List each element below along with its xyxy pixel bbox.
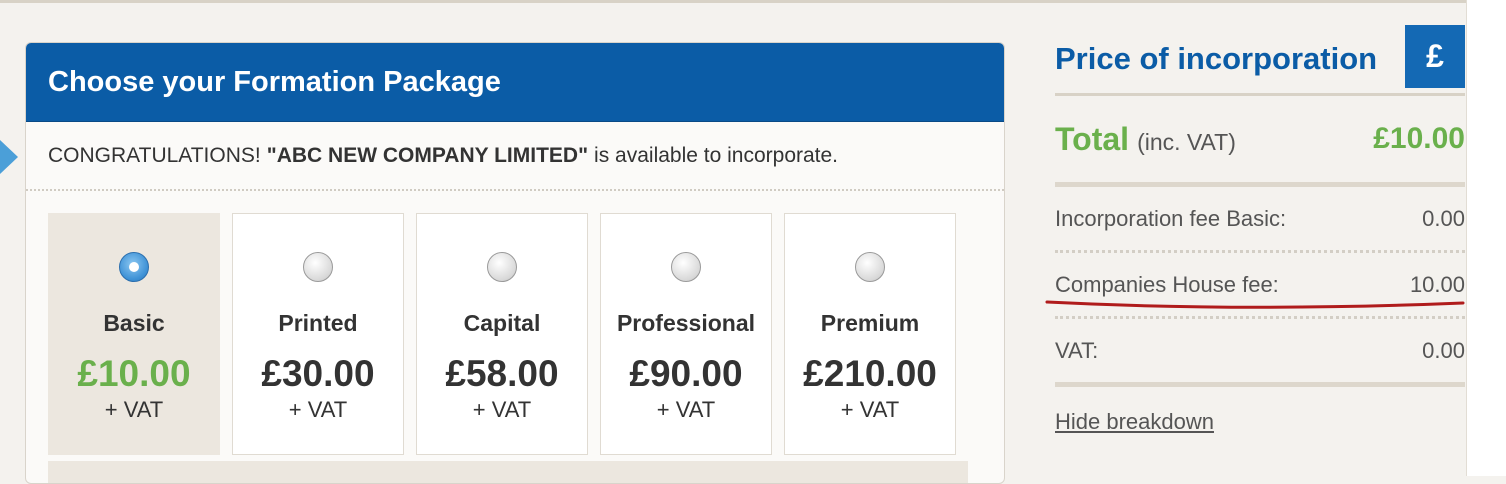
formation-package-panel: Choose your Formation Package CONGRATULA… — [25, 42, 1005, 484]
package-footer-strip — [48, 461, 968, 483]
sidebar-title: Price of incorporation — [1055, 41, 1378, 76]
company-name: "ABC NEW COMPANY LIMITED" — [266, 143, 589, 167]
total-label: Total — [1055, 120, 1130, 157]
package-price: £90.00 — [629, 353, 743, 394]
package-option-basic[interactable]: Basic £10.00 + VAT — [48, 213, 220, 455]
panel-title: Choose your Formation Package — [48, 65, 501, 98]
total-value: £10.00 — [1373, 122, 1465, 155]
radio-button-capital[interactable] — [487, 252, 517, 282]
package-name: Printed — [278, 310, 358, 336]
page-right-edge — [1466, 0, 1506, 476]
red-underline-annotation — [1045, 300, 1465, 309]
fee-label: Incorporation fee Basic: — [1055, 205, 1287, 231]
radio-button-professional[interactable] — [671, 252, 701, 282]
radio-button-printed[interactable] — [303, 252, 333, 282]
congrats-prefix: CONGRATULATIONS! — [48, 143, 261, 167]
hide-breakdown-link[interactable]: Hide breakdown — [1055, 409, 1214, 435]
step-arrow-icon — [0, 140, 18, 174]
sidebar-header: Price of incorporation £ — [1055, 25, 1465, 93]
fee-value: 0.00 — [1422, 205, 1465, 231]
fee-label: Companies House fee: — [1055, 271, 1279, 297]
price-sidebar: Price of incorporation £ Total (inc. VAT)… — [1045, 25, 1465, 435]
fee-value: 10.00 — [1409, 271, 1465, 297]
fee-label: VAT: — [1055, 337, 1099, 363]
package-name: Basic — [103, 310, 165, 336]
fee-row-incorporation: Incorporation fee Basic: 0.00 — [1055, 187, 1465, 253]
fee-row-vat: VAT: 0.00 — [1055, 319, 1465, 382]
total-label-group: Total (inc. VAT) — [1055, 121, 1236, 158]
package-options: Basic £10.00 + VAT Printed £30.00 + VAT … — [48, 213, 956, 455]
total-row: Total (inc. VAT) £10.00 — [1055, 96, 1465, 187]
package-price: £30.00 — [261, 353, 375, 394]
package-name: Premium — [820, 310, 920, 336]
package-option-premium[interactable]: Premium £210.00 + VAT — [784, 213, 956, 455]
package-name: Professional — [616, 310, 756, 336]
package-option-printed[interactable]: Printed £30.00 + VAT — [232, 213, 404, 455]
top-rule — [0, 0, 1466, 3]
total-sublabel: (inc. VAT) — [1137, 128, 1236, 155]
package-price: £58.00 — [445, 353, 559, 394]
package-vat-note: + VAT — [840, 397, 900, 422]
radio-button-premium[interactable] — [855, 252, 885, 282]
package-vat-note: + VAT — [288, 397, 348, 422]
fee-row-companies-house: Companies House fee: 10.00 — [1045, 253, 1465, 319]
package-option-professional[interactable]: Professional £90.00 + VAT — [600, 213, 772, 455]
package-vat-note: + VAT — [472, 397, 532, 422]
fee-value: 0.00 — [1422, 337, 1465, 363]
package-vat-note: + VAT — [104, 397, 164, 422]
congrats-suffix: is available to incorporate. — [594, 143, 839, 167]
package-option-capital[interactable]: Capital £58.00 + VAT — [416, 213, 588, 455]
pound-icon: £ — [1405, 25, 1465, 88]
radio-button-basic[interactable] — [119, 252, 149, 282]
package-name: Capital — [463, 310, 541, 336]
package-price: £210.00 — [803, 353, 937, 394]
breakdown-divider — [1055, 382, 1465, 387]
panel-header: Choose your Formation Package — [26, 43, 1004, 122]
package-vat-note: + VAT — [656, 397, 716, 422]
availability-message: CONGRATULATIONS! "ABC NEW COMPANY LIMITE… — [26, 122, 1004, 191]
package-price: £10.00 — [77, 353, 191, 394]
